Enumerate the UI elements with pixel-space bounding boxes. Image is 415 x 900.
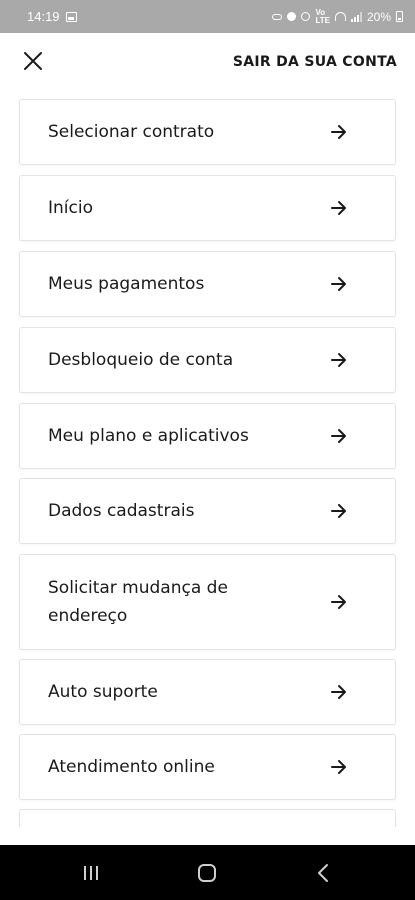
menu-item-label: Solicitar mudança de endereço [48,578,228,626]
menu-item-label: Desbloqueio de conta [48,350,234,370]
menu-header: SAIR DA SUA CONTA [0,33,415,93]
menu-item-dados-cadastrais[interactable]: Dados cadastrais [19,478,396,544]
arrow-right-icon [329,198,349,218]
arrow-right-icon [329,501,349,521]
arrow-right-icon [329,592,349,612]
status-bar: 14:19 Vo LTE 20% [0,0,415,33]
menu-item-mudanca-endereco[interactable]: Solicitar mudança de endereço [19,554,396,650]
volte-icon: Vo LTE [315,7,330,25]
menu-item-label: Meu plano e aplicativos [48,426,249,446]
menu-item-inicio[interactable]: Início [19,175,396,241]
close-button[interactable] [20,48,46,74]
menu-item-label: Atendimento online [48,757,215,777]
menu-item-partial[interactable] [19,809,396,827]
arrow-right-icon [329,122,349,142]
back-button[interactable] [303,861,343,885]
arrow-right-icon [329,682,349,702]
menu-item-label: Início [48,198,93,218]
gallery-icon [65,11,77,22]
menu-item-selecionar-contrato[interactable]: Selecionar contrato [19,99,396,165]
menu-item-atendimento-online[interactable]: Atendimento online [19,734,396,800]
menu-item-meus-pagamentos[interactable]: Meus pagamentos [19,251,396,317]
account-icon [287,12,297,21]
signal-icon [350,11,362,22]
close-icon [20,52,46,78]
recent-apps-icon [81,864,101,882]
menu-item-auto-suporte[interactable]: Auto suporte [19,659,396,725]
logout-link[interactable]: SAIR DA SUA CONTA [233,54,397,70]
status-bar-left: 14:19 [27,9,77,24]
menu-item-label: Selecionar contrato [48,122,215,142]
arrow-right-icon [329,426,349,446]
back-icon [316,863,330,883]
battery-icon [396,11,403,22]
key-icon [272,13,283,20]
home-icon [196,862,218,884]
arrow-right-icon [329,350,349,370]
status-bar-right: Vo LTE 20% [272,7,403,25]
status-time: 14:19 [27,9,60,24]
menu-item-label: Auto suporte [48,682,158,702]
arrow-right-icon [329,757,349,777]
recent-apps-button[interactable] [71,861,111,885]
arrow-right-icon [329,274,349,294]
menu-item-label: Meus pagamentos [48,274,205,294]
alarm-icon [301,12,311,21]
system-nav-bar [0,845,415,900]
menu-item-meu-plano[interactable]: Meu plano e aplicativos [19,403,396,469]
menu-item-label: Dados cadastrais [48,501,195,521]
wifi-icon [334,12,346,21]
home-button[interactable] [187,861,227,885]
menu-list: Selecionar contrato Início Meus pagament… [0,93,415,827]
battery-percent: 20% [366,9,391,24]
menu-item-desbloqueio-de-conta[interactable]: Desbloqueio de conta [19,327,396,393]
